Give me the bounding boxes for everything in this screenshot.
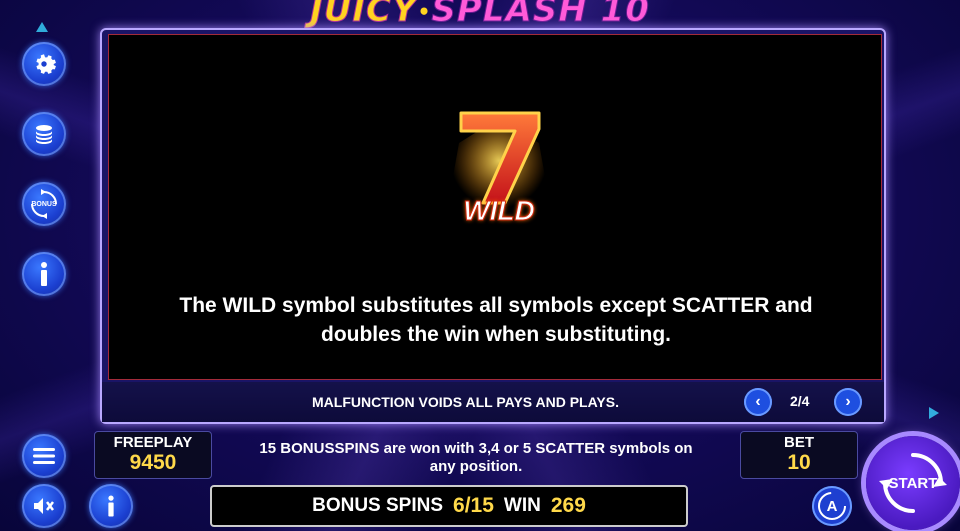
mute-icon [34, 498, 54, 514]
freeplay-label: FREEPLAY [113, 434, 193, 451]
chevron-left-icon: ‹ [755, 393, 761, 410]
hamburger-icon [33, 448, 55, 464]
freeplay-box: FREEPLAY 9450 [94, 431, 212, 479]
start-button[interactable]: START [866, 436, 960, 530]
bonus-cycle-icon [31, 189, 57, 219]
prev-page-button[interactable]: ‹ [744, 388, 772, 416]
autoplay-label: A [826, 497, 838, 515]
bonus-spins-bar: BONUS SPINS 6/15 WIN 269 [210, 485, 688, 527]
wild-symbol: WILD [439, 103, 559, 233]
chevron-right-icon: › [845, 393, 851, 410]
bet-value: 10 [787, 451, 811, 474]
gear-icon [36, 54, 56, 74]
game-logo: JUICY•SPLASH 10 [0, 0, 960, 31]
logo-word-juicy: JUICY [310, 0, 418, 31]
description-line-2: doubles the win when substituting. [321, 323, 671, 346]
coins-stack-icon [36, 125, 52, 144]
sound-button[interactable] [22, 484, 66, 528]
settings-button[interactable] [22, 42, 66, 86]
bet-box[interactable]: BET 10 [740, 431, 858, 479]
malfunction-notice: MALFUNCTION VOIDS ALL PAYS AND PLAYS. [312, 394, 619, 410]
autoplay-button[interactable]: A [812, 486, 852, 526]
info-button[interactable] [89, 484, 133, 528]
bonus-info-message: 15 BONUSSPINS are won with 3,4 or 5 SCAT… [216, 440, 736, 476]
coins-button[interactable] [22, 112, 66, 156]
message-line-1: 15 BONUSSPINS are won with 3,4 or 5 SCAT… [259, 440, 693, 457]
menu-button[interactable] [22, 434, 66, 478]
page-indicator: 2/4 [790, 393, 810, 409]
bonus-buy-button[interactable]: BONUS [22, 182, 66, 226]
description-line-1: The WILD symbol substitutes all symbols … [179, 294, 813, 317]
paytable-footer: MALFUNCTION VOIDS ALL PAYS AND PLAYS. ‹ … [102, 382, 884, 422]
paytable-panel: WILD The WILD symbol substitutes all sym… [100, 28, 886, 424]
win-value: 269 [550, 494, 586, 517]
bonus-spins-label: BONUS SPINS [312, 495, 444, 516]
symbol-description: The WILD symbol substitutes all symbols … [109, 291, 883, 349]
start-label: START [888, 474, 938, 492]
freeplay-value: 9450 [129, 451, 177, 474]
info-icon [108, 495, 114, 517]
wild-label: WILD [463, 195, 536, 227]
next-page-button[interactable]: › [834, 388, 862, 416]
info-side-button[interactable] [22, 252, 66, 296]
info-icon [41, 262, 47, 286]
logo-word-splash: SPLASH [431, 0, 588, 31]
logo-word-ten: 10 [600, 0, 650, 31]
sparkle-decoration [929, 407, 939, 419]
bonus-spins-count: 6/15 [453, 494, 494, 517]
paytable-page: WILD The WILD symbol substitutes all sym… [108, 34, 882, 380]
bet-label: BET [784, 434, 814, 451]
win-label: WIN [503, 495, 541, 516]
message-line-2: any position. [429, 458, 523, 475]
